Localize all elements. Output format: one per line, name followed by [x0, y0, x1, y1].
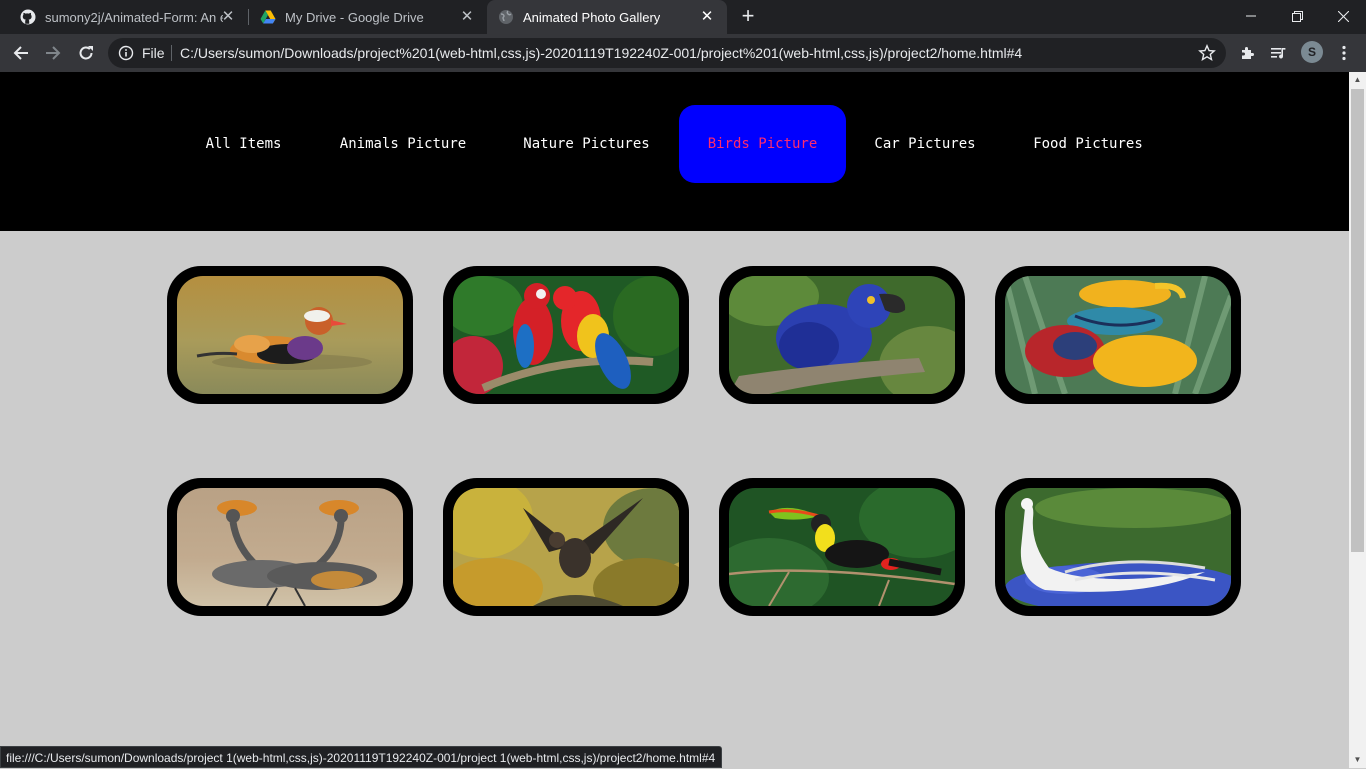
- eagle-photo: [453, 488, 679, 606]
- gallery-card-crowned-cranes[interactable]: [167, 478, 413, 616]
- scroll-up-arrow-icon[interactable]: ▲: [1353, 75, 1362, 84]
- mandarin-duck-photo: [177, 276, 403, 394]
- gallery-card-eagle[interactable]: [443, 478, 689, 616]
- browser-tab-strip: sumony2j/Animated-Form: An ec ✕ My Drive…: [0, 0, 1366, 34]
- tab-github[interactable]: sumony2j/Animated-Form: An ec ✕: [8, 0, 248, 34]
- scroll-down-arrow-icon[interactable]: ▼: [1353, 755, 1362, 764]
- nav-birds-picture[interactable]: Birds Picture: [679, 105, 846, 183]
- link-status-bubble: file:///C:/Users/sumon/Downloads/project…: [0, 746, 723, 768]
- nav-all-items[interactable]: All Items: [190, 105, 297, 183]
- new-tab-button[interactable]: +: [736, 5, 760, 29]
- tab-animated-photo-gallery[interactable]: Animated Photo Gallery ✕: [487, 0, 727, 34]
- white-peacock-photo: [1005, 488, 1231, 606]
- category-navbar: All Items Animals Picture Nature Picture…: [0, 72, 1349, 231]
- browser-toolbar: File C:/Users/sumon/Downloads/project%20…: [0, 34, 1366, 72]
- reload-icon: [79, 46, 93, 60]
- back-button[interactable]: [7, 39, 35, 67]
- url-text[interactable]: C:/Users/sumon/Downloads/project%201(web…: [180, 45, 1022, 61]
- gallery-card-mandarin-duck[interactable]: [167, 266, 413, 404]
- close-tab-icon[interactable]: ✕: [699, 9, 715, 25]
- gallery-card-golden-pheasant[interactable]: [995, 266, 1241, 404]
- omnibox-divider: [171, 45, 172, 61]
- forward-button[interactable]: [39, 39, 67, 67]
- close-tab-icon[interactable]: ✕: [459, 9, 475, 25]
- restore-window-button[interactable]: [1274, 0, 1320, 32]
- page-content: All Items Animals Picture Nature Picture…: [0, 72, 1349, 768]
- reload-button[interactable]: [72, 39, 100, 67]
- nav-food-pictures[interactable]: Food Pictures: [1018, 105, 1158, 183]
- page-scrollbar[interactable]: ▲ ▼: [1349, 72, 1366, 768]
- github-icon: [20, 9, 36, 25]
- close-window-button[interactable]: [1320, 0, 1366, 32]
- profile-avatar[interactable]: S: [1301, 41, 1323, 63]
- tab-google-drive[interactable]: My Drive - Google Drive ✕: [249, 0, 487, 34]
- arrow-left-icon: [13, 46, 28, 60]
- globe-icon: [498, 9, 514, 25]
- gallery-card-toucan[interactable]: [719, 478, 965, 616]
- tab-title: sumony2j/Animated-Form: An ec: [45, 9, 223, 25]
- nav-animals-picture[interactable]: Animals Picture: [325, 105, 481, 183]
- scroll-thumb[interactable]: [1351, 89, 1364, 552]
- gallery-card-scarlet-macaws[interactable]: [443, 266, 689, 404]
- nav-car-pictures[interactable]: Car Pictures: [861, 105, 989, 183]
- tab-title: Animated Photo Gallery: [523, 9, 661, 25]
- tab-title: My Drive - Google Drive: [285, 9, 424, 25]
- hyacinth-macaw-photo: [729, 276, 955, 394]
- google-drive-icon: [260, 9, 276, 25]
- gallery-card-white-peacock[interactable]: [995, 478, 1241, 616]
- extensions-puzzle-icon[interactable]: [1238, 43, 1258, 63]
- more-menu-icon[interactable]: [1334, 43, 1354, 63]
- media-queue-icon[interactable]: [1269, 43, 1289, 63]
- crowned-cranes-photo: [177, 488, 403, 606]
- close-tab-icon[interactable]: ✕: [220, 9, 236, 25]
- arrow-right-icon: [46, 46, 61, 60]
- file-scheme-label: File: [142, 45, 165, 61]
- nav-nature-pictures[interactable]: Nature Pictures: [509, 105, 664, 183]
- address-bar[interactable]: File C:/Users/sumon/Downloads/project%20…: [108, 38, 1226, 68]
- bookmark-star-icon[interactable]: [1198, 44, 1216, 62]
- gallery-card-hyacinth-macaw[interactable]: [719, 266, 965, 404]
- minimize-window-button[interactable]: [1228, 0, 1274, 32]
- golden-pheasant-photo: [1005, 276, 1231, 394]
- toucan-photo: [729, 488, 955, 606]
- info-icon[interactable]: [118, 45, 134, 61]
- scarlet-macaws-photo: [453, 276, 679, 394]
